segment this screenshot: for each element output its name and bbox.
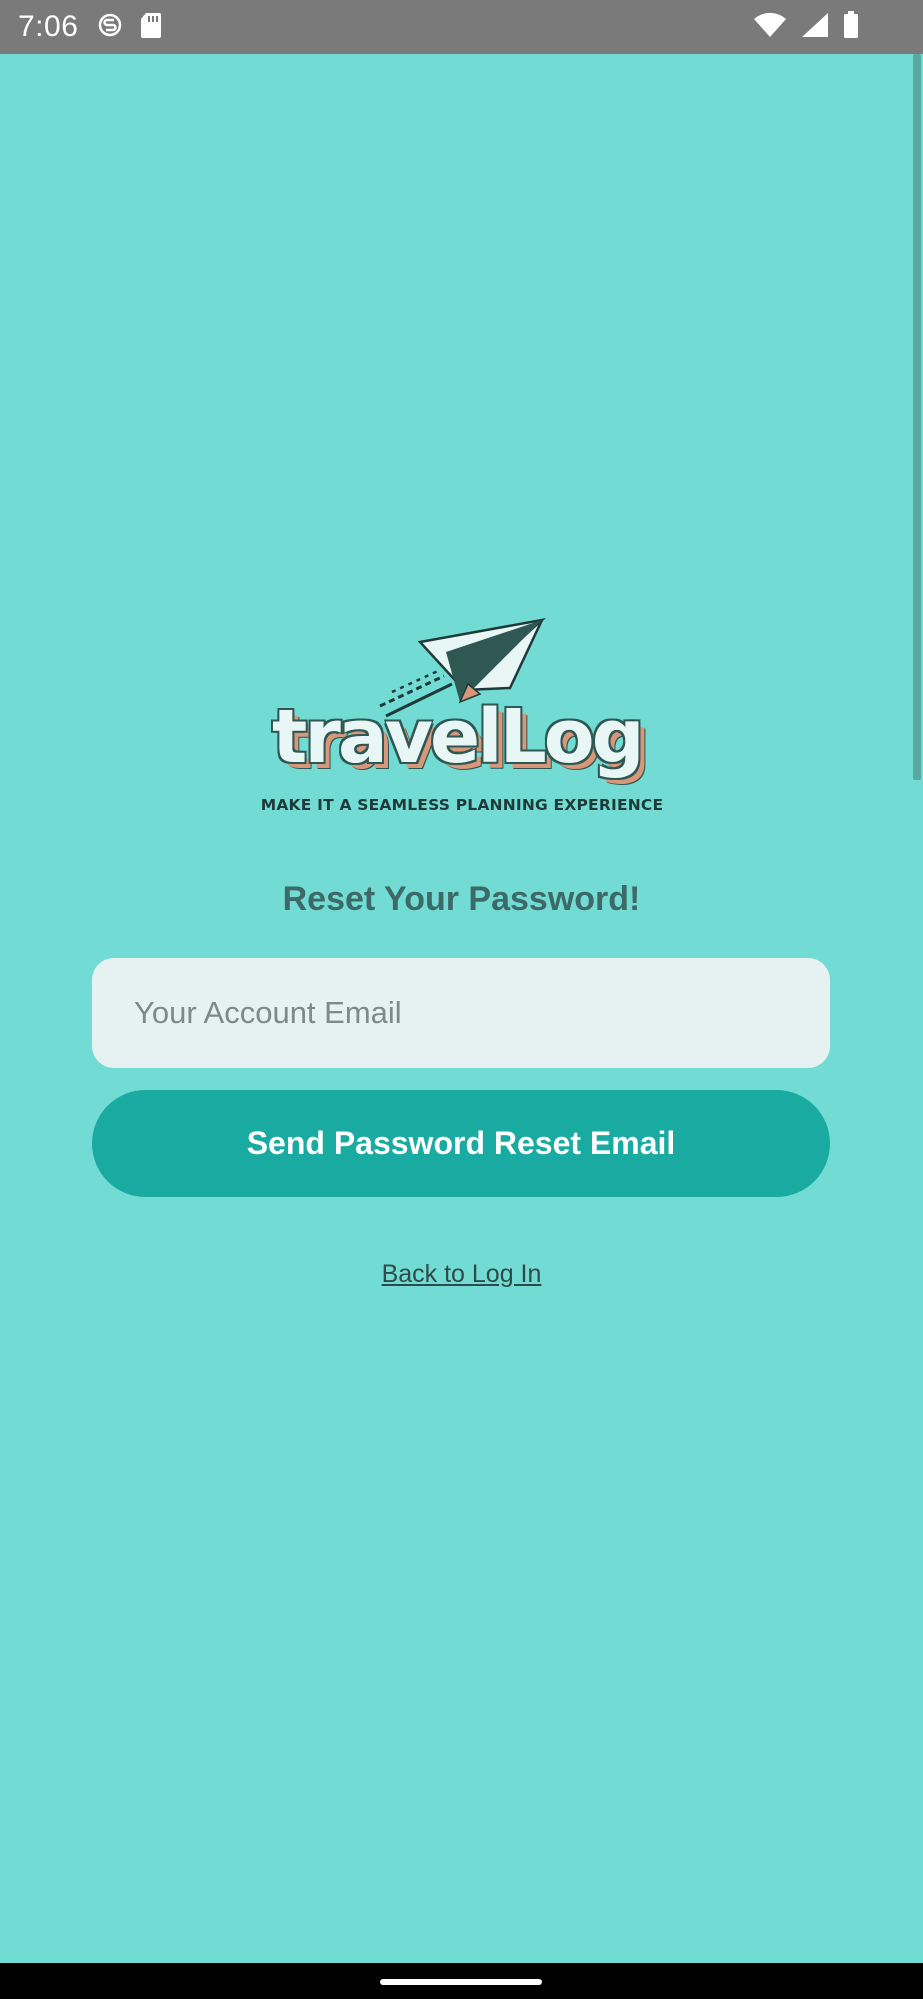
navigation-bar — [0, 1963, 923, 1999]
wifi-icon — [753, 12, 787, 43]
scrollbar[interactable] — [913, 54, 921, 780]
cell-signal-icon — [801, 12, 829, 43]
logo-wordmark: travelLog — [272, 694, 645, 780]
battery-icon — [843, 10, 859, 44]
app-logo: travelLog MAKE IT A SEAMLESS PLANNING EX… — [256, 612, 668, 830]
status-bar: 7:06 — [0, 0, 923, 54]
sd-card-icon — [140, 11, 162, 44]
logo-tagline: MAKE IT A SEAMLESS PLANNING EXPERIENCE — [260, 796, 664, 814]
status-time: 7:06 — [18, 10, 79, 43]
back-to-login-link[interactable]: Back to Log In — [0, 1260, 923, 1289]
s-circle-icon — [98, 11, 122, 44]
page-title: Reset Your Password! — [282, 880, 641, 918]
status-icons-right — [753, 10, 859, 44]
email-field[interactable] — [92, 958, 830, 1068]
status-icons-left — [98, 11, 162, 44]
home-gesture-handle[interactable] — [380, 1979, 542, 1985]
send-reset-email-button[interactable]: Send Password Reset Email — [92, 1090, 830, 1197]
